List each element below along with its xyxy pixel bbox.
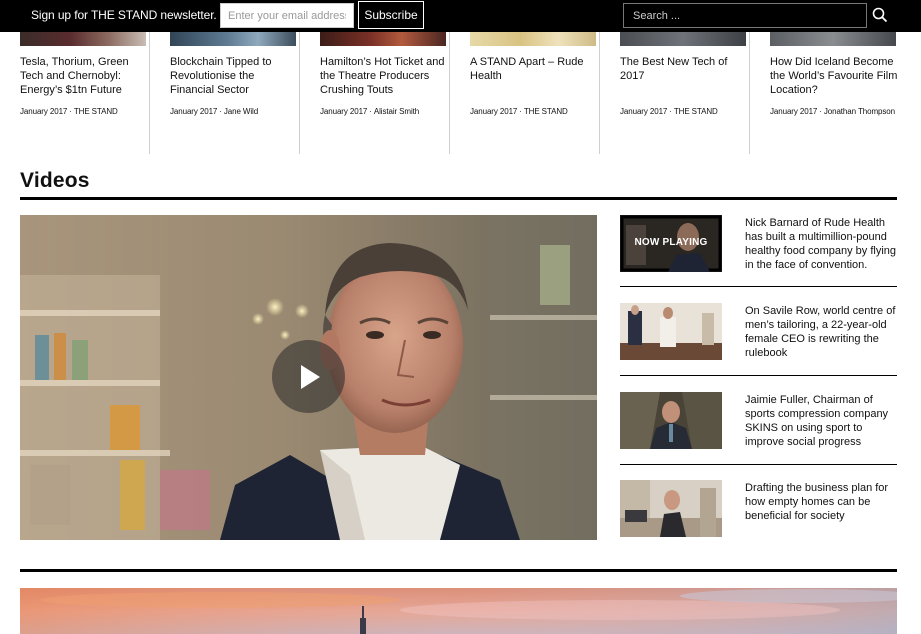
article-date: January 2017: [620, 107, 668, 116]
article-title[interactable]: The Best New Tech of 2017: [620, 55, 748, 83]
list-divider: [620, 375, 897, 376]
meta-separator: ·: [669, 107, 672, 116]
list-divider: [620, 464, 897, 465]
section-divider: [20, 197, 897, 200]
list-divider: [620, 286, 897, 287]
article-author[interactable]: Jonathan Thompson: [824, 107, 895, 116]
video-thumbnail[interactable]: [620, 392, 722, 449]
video-player[interactable]: [20, 215, 597, 540]
article-meta: January 2017 · THE STAND: [470, 107, 568, 116]
video-thumbnail-image: [620, 392, 722, 449]
article-strip: Tesla, Thorium, Green Tech and Chernobyl…: [0, 32, 921, 154]
article-card[interactable]: Tesla, Thorium, Green Tech and Chernobyl…: [0, 32, 150, 154]
top-bar: Sign up for THE STAND newsletter. Subscr…: [0, 0, 921, 32]
meta-separator: ·: [369, 107, 372, 116]
article-author[interactable]: THE STAND: [524, 107, 568, 116]
meta-separator: ·: [219, 107, 222, 116]
article-date: January 2017: [20, 107, 68, 116]
article-date: January 2017: [320, 107, 368, 116]
article-thumbnail[interactable]: [320, 32, 446, 46]
article-date: January 2017: [770, 107, 818, 116]
now-playing-label: NOW PLAYING: [634, 237, 708, 248]
video-thumbnail[interactable]: [620, 480, 722, 537]
article-thumbnail[interactable]: [170, 32, 296, 46]
article-meta: January 2017 · THE STAND: [20, 107, 118, 116]
article-meta: January 2017 · Jonathan Thompson: [770, 107, 895, 116]
article-thumbnail[interactable]: [770, 32, 896, 46]
article-title[interactable]: Tesla, Thorium, Green Tech and Chernobyl…: [20, 55, 148, 97]
article-meta: January 2017 · THE STAND: [620, 107, 718, 116]
meta-separator: ·: [519, 107, 522, 116]
article-thumbnail[interactable]: [20, 32, 146, 46]
article-author[interactable]: Jane Wild: [224, 107, 258, 116]
article-author[interactable]: THE STAND: [674, 107, 718, 116]
video-thumbnail-image: [620, 303, 722, 360]
article-meta: January 2017 · Alistair Smith: [320, 107, 419, 116]
banner-sky-image: [20, 588, 897, 634]
article-date: January 2017: [170, 107, 218, 116]
feature-banner-image[interactable]: [20, 588, 897, 634]
article-meta: January 2017 · Jane Wild: [170, 107, 258, 116]
article-author[interactable]: THE STAND: [74, 107, 118, 116]
article-thumbnail[interactable]: [620, 32, 746, 46]
article-card[interactable]: Blockchain Tipped to Revolutionise the F…: [150, 32, 300, 154]
article-card[interactable]: A STAND Apart – Rude Health January 2017…: [450, 32, 600, 154]
newsletter-email-input[interactable]: [220, 3, 354, 28]
article-title[interactable]: Blockchain Tipped to Revolutionise the F…: [170, 55, 298, 97]
video-title[interactable]: On Savile Row, world centre of men’s tai…: [745, 304, 897, 360]
article-title[interactable]: Hamilton’s Hot Ticket and the Theatre Pr…: [320, 55, 448, 97]
video-thumbnail[interactable]: NOW PLAYING: [620, 215, 722, 272]
article-title[interactable]: How Did Iceland Become the World’s Favou…: [770, 55, 898, 97]
search-input[interactable]: [623, 3, 867, 28]
meta-separator: ·: [819, 107, 822, 116]
video-title[interactable]: Drafting the business plan for how empty…: [745, 481, 897, 523]
article-title[interactable]: A STAND Apart – Rude Health: [470, 55, 598, 83]
video-title[interactable]: Nick Barnard of Rude Health has built a …: [745, 216, 897, 272]
video-title[interactable]: Jaimie Fuller, Chairman of sports compre…: [745, 393, 897, 449]
article-thumbnail[interactable]: [470, 32, 596, 46]
section-divider: [20, 569, 897, 572]
video-thumbnail[interactable]: [620, 303, 722, 360]
newsletter-label: Sign up for THE STAND newsletter.: [31, 8, 217, 22]
article-author[interactable]: Alistair Smith: [374, 107, 419, 116]
search-icon[interactable]: [871, 6, 889, 24]
meta-separator: ·: [69, 107, 72, 116]
article-card[interactable]: The Best New Tech of 2017 January 2017 · T…: [600, 32, 750, 154]
subscribe-button[interactable]: Subscribe: [358, 1, 424, 29]
video-thumbnail-image: [620, 480, 722, 537]
article-card[interactable]: How Did Iceland Become the World’s Favou…: [750, 32, 900, 154]
play-button[interactable]: [272, 340, 345, 413]
section-title-videos: Videos: [20, 169, 90, 192]
article-card[interactable]: Hamilton’s Hot Ticket and the Theatre Pr…: [300, 32, 450, 154]
article-date: January 2017: [470, 107, 518, 116]
